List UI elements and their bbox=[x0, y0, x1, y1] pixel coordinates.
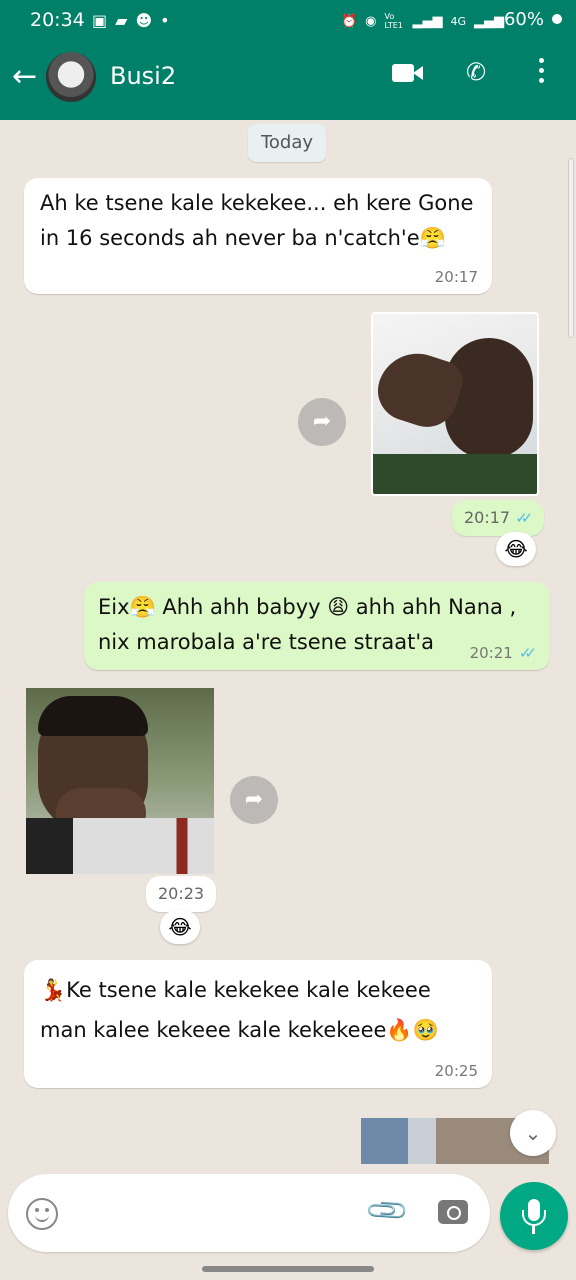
notification-dot-icon: • bbox=[160, 11, 170, 30]
message-text-line: man kalee kekeee kale kekekeee🔥🥹 bbox=[40, 1018, 439, 1042]
message-time: 20:25 bbox=[434, 1062, 478, 1080]
contact-name[interactable]: Busi2 bbox=[110, 62, 176, 90]
message-text-line: 💃Ke tsene kale kekekee kale kekeee bbox=[40, 978, 431, 1002]
message-bubble-incoming[interactable]: 💃Ke tsene kale kekekee kale kekeee man k… bbox=[24, 960, 492, 1088]
chevron-down-icon: ⌄ bbox=[524, 1121, 542, 1145]
scroll-to-bottom-button[interactable]: ⌄ bbox=[510, 1110, 556, 1156]
message-text-line: in 16 seconds ah never ba n'catch'e😤 bbox=[40, 226, 446, 250]
alarm-icon: ⏰ bbox=[340, 13, 358, 29]
message-composer: 📎 bbox=[8, 1174, 490, 1252]
read-ticks-icon: ✓✓ bbox=[518, 644, 537, 662]
chat-area[interactable]: Today Ah ke tsene kale kekekee... eh ker… bbox=[0, 120, 576, 1170]
image-time-chip: 20:17 ✓✓ bbox=[452, 500, 545, 536]
message-bubble-incoming[interactable]: Ah ke tsene kale kekekee... eh kere Gone… bbox=[24, 178, 492, 294]
signal-icon-2: ▂▄▆ bbox=[474, 13, 504, 29]
date-chip: Today bbox=[248, 124, 326, 162]
status-bar: 20:34 ▣ ▰ ☻ • ⏰ ◉ Vo LTE1 ▂▄▆ 4G ▂▄▆ 60% bbox=[0, 0, 576, 42]
message-text-line: Ah ke tsene kale kekekee... eh kere Gone bbox=[40, 191, 474, 215]
battery-icon bbox=[552, 14, 562, 24]
system-nav-bar bbox=[0, 1258, 576, 1280]
signal-icon: ▂▄▆ bbox=[412, 13, 443, 29]
volte-label: Vo LTE1 bbox=[384, 12, 403, 30]
avatar[interactable] bbox=[46, 52, 96, 102]
status-time: 20:34 bbox=[30, 9, 85, 31]
mic-button[interactable] bbox=[500, 1182, 568, 1250]
message-meta: 20:25 bbox=[435, 1062, 478, 1080]
message-meta: 20:21 ✓✓ bbox=[469, 644, 537, 662]
message-text-line: Eix😤 Ahh ahh babyy 😩 ahh ahh Nana , bbox=[98, 595, 517, 619]
image-person-shirt bbox=[26, 818, 214, 874]
mic-icon-stem bbox=[532, 1226, 535, 1234]
battery-level: 60% bbox=[503, 9, 544, 30]
hotspot-icon: ◉ bbox=[365, 13, 377, 29]
contact-icon: ☻ bbox=[135, 11, 153, 30]
system-icons: ⏰ ◉ Vo LTE1 ▂▄▆ 4G ▂▄▆ bbox=[341, 12, 504, 30]
emoji-icon[interactable] bbox=[26, 1198, 58, 1230]
image-time-chip: 20:23 bbox=[146, 876, 217, 912]
message-input[interactable] bbox=[74, 1194, 354, 1234]
gallery-icon: ▣ bbox=[92, 11, 108, 30]
network-type: 4G bbox=[450, 14, 466, 28]
received-image[interactable] bbox=[26, 688, 214, 874]
reaction-badge[interactable]: 😂 bbox=[496, 532, 536, 566]
more-options-icon[interactable] bbox=[536, 58, 546, 88]
chat-header: ← Busi2 ✆ bbox=[0, 42, 576, 120]
message-bubble-outgoing[interactable]: Eix😤 Ahh ahh babyy 😩 ahh ahh Nana , nix … bbox=[84, 582, 550, 670]
scrollbar[interactable] bbox=[568, 158, 574, 338]
back-arrow-icon[interactable]: ← bbox=[12, 62, 37, 92]
voice-call-icon[interactable]: ✆ bbox=[466, 58, 486, 86]
camera-icon[interactable] bbox=[438, 1200, 468, 1224]
message-time: 20:17 bbox=[464, 508, 511, 527]
home-gesture-handle[interactable] bbox=[202, 1266, 374, 1272]
app-bar: 20:34 ▣ ▰ ☻ • ⏰ ◉ Vo LTE1 ▂▄▆ 4G ▂▄▆ 60%… bbox=[0, 0, 576, 120]
read-ticks-icon: ✓✓ bbox=[515, 509, 533, 527]
message-time: 20:21 bbox=[469, 644, 513, 662]
attach-icon[interactable]: 📎 bbox=[363, 1187, 411, 1235]
message-time: 20:17 bbox=[434, 268, 478, 286]
sent-image[interactable] bbox=[371, 312, 539, 496]
message-icon: ▰ bbox=[115, 11, 128, 30]
video-call-icon[interactable] bbox=[392, 62, 424, 84]
message-meta: 20:17 bbox=[435, 268, 478, 286]
forward-icon[interactable]: ➦ bbox=[230, 776, 278, 824]
image-person-head bbox=[445, 338, 533, 458]
notification-icons: ▣ ▰ ☻ • bbox=[92, 11, 170, 30]
mic-icon-stand bbox=[522, 1210, 546, 1226]
image-person-hair bbox=[38, 696, 148, 736]
image-person-shirt bbox=[373, 454, 537, 494]
forward-icon[interactable]: ➦ bbox=[298, 398, 346, 446]
reaction-badge[interactable]: 😂 bbox=[160, 910, 200, 944]
